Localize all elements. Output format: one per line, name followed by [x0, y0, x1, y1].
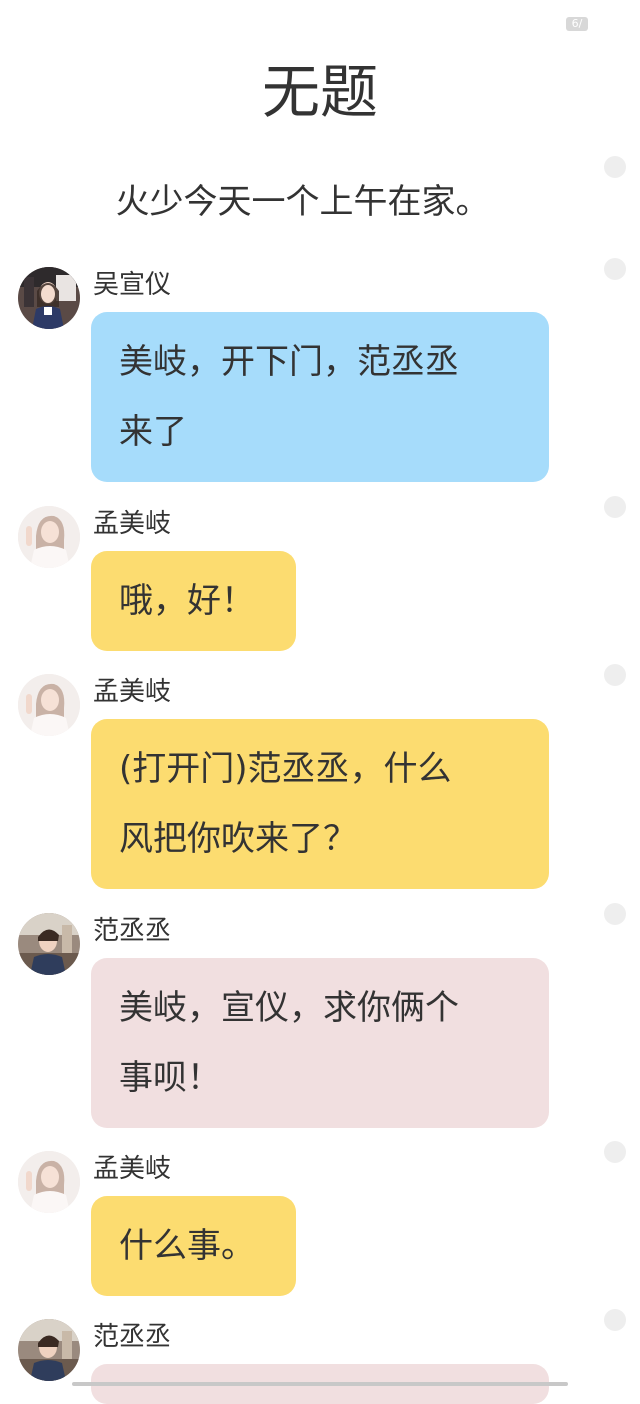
chat-message: 吴宣仪 美岐，开下门，范丞丞 来了	[18, 267, 578, 482]
page-counter-badge: 6/	[566, 17, 588, 31]
chat-message: 孟美岐 什么事。	[18, 1151, 578, 1296]
sender-name: 孟美岐	[93, 1154, 172, 1184]
chat-message: 范丞丞 美岐，宣仪，求你俩个 事呗！	[18, 913, 578, 1128]
message-bubble: 美岐，开下门，范丞丞 来了	[91, 312, 549, 482]
message-bubble: 哦，好！	[91, 551, 296, 651]
avatar[interactable]	[18, 913, 80, 975]
chat-message: 孟美岐 (打开门)范丞丞，什么 风把你吹来了？	[18, 674, 578, 889]
message-bubble: 美岐，宣仪，求你俩个 事呗！	[91, 958, 549, 1128]
comment-dot-icon[interactable]	[604, 1141, 626, 1163]
avatar[interactable]	[18, 267, 80, 329]
chat-message: 孟美岐 哦，好！	[18, 506, 578, 651]
avatar[interactable]	[18, 674, 80, 736]
sender-name: 范丞丞	[93, 916, 172, 946]
comment-dot-icon[interactable]	[604, 496, 626, 518]
scroll-indicator	[72, 1382, 568, 1386]
sender-name: 吴宣仪	[93, 270, 172, 300]
sender-name: 范丞丞	[93, 1322, 172, 1352]
sender-name: 孟美岐	[93, 677, 172, 707]
intro-text: 火少今天一个上午在家。	[115, 182, 490, 222]
chat-message: 范丞丞	[18, 1319, 578, 1404]
page-title: 无题	[261, 58, 378, 126]
message-bubble: 什么事。	[91, 1196, 296, 1296]
comment-dot-icon[interactable]	[604, 258, 626, 280]
message-bubble: (打开门)范丞丞，什么 风把你吹来了？	[91, 719, 549, 889]
comment-dot-icon[interactable]	[604, 664, 626, 686]
avatar[interactable]	[18, 1151, 80, 1213]
avatar[interactable]	[18, 506, 80, 568]
avatar[interactable]	[18, 1319, 80, 1381]
comment-dot-icon[interactable]	[604, 903, 626, 925]
comment-dot-icon[interactable]	[604, 156, 626, 178]
comment-dot-icon[interactable]	[604, 1309, 626, 1331]
sender-name: 孟美岐	[93, 509, 172, 539]
